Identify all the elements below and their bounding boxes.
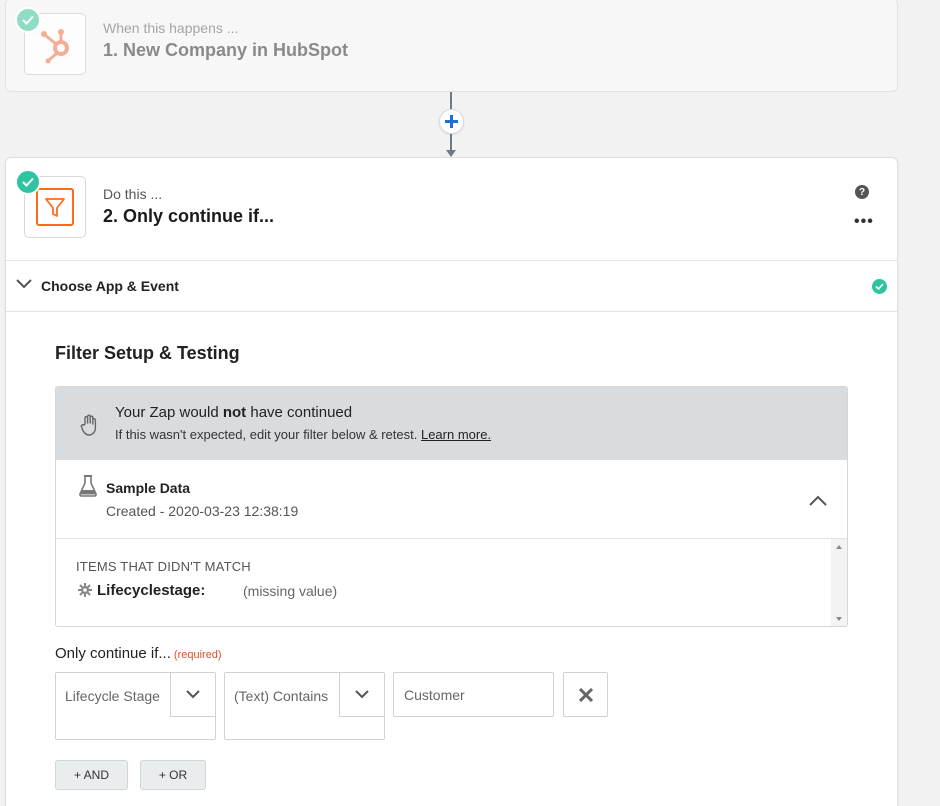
unmatched-items-area: ITEMS THAT DIDN'T MATCH Lifecyclestage: …: [56, 539, 847, 626]
operator-select[interactable]: (Text) Contains: [224, 672, 385, 740]
action-check-icon: [15, 169, 41, 195]
banner-subtext: If this wasn't expected, edit your filte…: [115, 427, 492, 442]
filter-result-panel: Your Zap would not have continued If thi…: [55, 386, 848, 627]
chevron-down-icon: [16, 279, 32, 289]
required-marker: (required): [173, 649, 222, 661]
section-label: Choose App & Event: [41, 278, 179, 294]
field-select-value: Lifecycle Stage: [65, 688, 160, 704]
action-title: 2. Only continue if...: [103, 206, 275, 226]
learn-more-link[interactable]: Learn more.: [421, 427, 491, 442]
scroll-down-icon[interactable]: [836, 617, 842, 621]
items-scrollbar[interactable]: [831, 539, 847, 626]
plus-icon: [445, 115, 458, 128]
result-banner: Your Zap would not have continued If thi…: [56, 387, 847, 460]
filter-icon: [36, 188, 74, 226]
trigger-kicker: When this happens ...: [103, 20, 239, 36]
condition-value-input[interactable]: [393, 672, 554, 717]
trigger-check-icon: [15, 7, 41, 33]
gear-icon: [78, 583, 92, 597]
more-options-icon[interactable]: •••: [854, 214, 874, 230]
action-step-card: Do this ... 2. Only continue if... ? •••…: [5, 157, 898, 806]
filter-heading: Filter Setup & Testing: [55, 343, 240, 363]
chevron-down-icon: [186, 690, 200, 699]
chevron-down-icon: [355, 690, 369, 699]
unmatched-field-value: (missing value): [243, 583, 338, 599]
banner-message: Your Zap would not have continued: [115, 404, 353, 421]
unmatched-field-name: Lifecyclestage:: [97, 582, 206, 599]
condition-label: Only continue if... (required): [55, 645, 222, 662]
trigger-title: 1. New Company in HubSpot: [103, 40, 349, 60]
field-select[interactable]: Lifecycle Stage: [55, 672, 216, 740]
connector-arrow-icon: [446, 150, 456, 157]
operator-select-value: (Text) Contains: [234, 688, 329, 704]
add-and-button[interactable]: + AND: [55, 760, 128, 790]
close-icon: [578, 687, 593, 702]
field-select-chevron[interactable]: [170, 673, 215, 717]
remove-condition-button[interactable]: [563, 672, 608, 717]
sample-data-row[interactable]: Sample Data Created - 2020-03-23 12:38:1…: [56, 460, 847, 539]
chevron-up-icon[interactable]: [809, 495, 827, 506]
section-divider: [6, 311, 897, 312]
choose-app-event-section[interactable]: Choose App & Event: [6, 261, 897, 311]
unmatched-items-label: ITEMS THAT DIDN'T MATCH: [76, 559, 251, 574]
flask-icon: [79, 475, 97, 497]
connector-line-bottom: [450, 134, 452, 151]
action-kicker: Do this ...: [103, 186, 163, 202]
hubspot-icon: [41, 29, 69, 64]
connector-line-top: [450, 92, 452, 109]
add-step-button[interactable]: [439, 109, 464, 134]
section-check-icon: [872, 279, 887, 294]
trigger-step-card[interactable]: When this happens ... 1. New Company in …: [5, 0, 898, 92]
add-or-button[interactable]: + OR: [140, 760, 206, 790]
help-icon[interactable]: ?: [855, 185, 869, 199]
hand-stop-icon: [80, 414, 97, 436]
operator-select-chevron[interactable]: [339, 673, 384, 717]
sample-created-date: Created - 2020-03-23 12:38:19: [106, 503, 299, 519]
sample-data-title: Sample Data: [106, 480, 191, 496]
scroll-up-icon[interactable]: [836, 545, 842, 549]
